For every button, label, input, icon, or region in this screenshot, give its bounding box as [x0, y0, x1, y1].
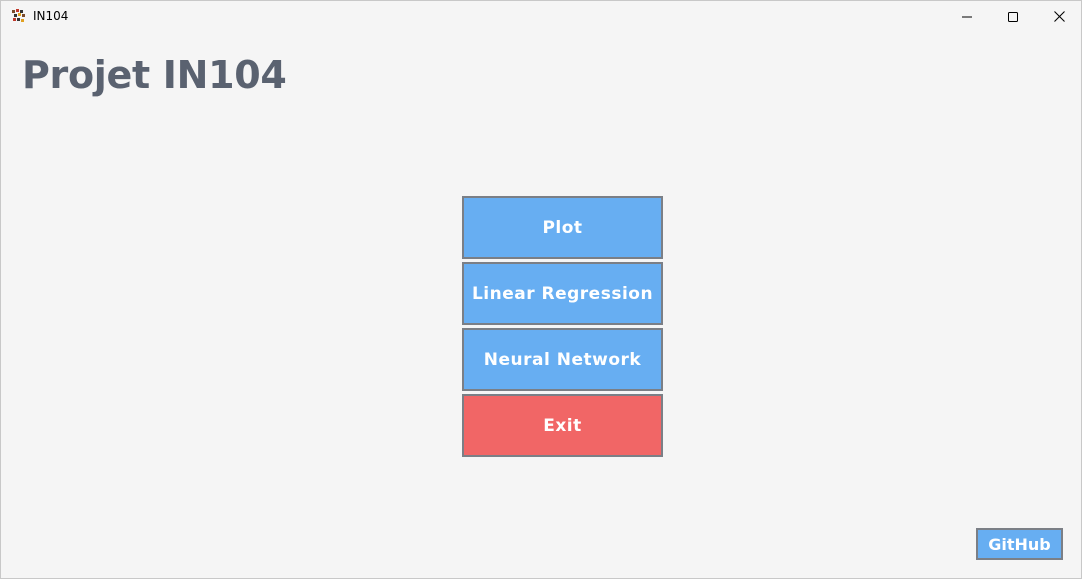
minimize-button[interactable] — [944, 1, 990, 32]
linear-regression-button[interactable]: Linear Regression — [462, 262, 663, 325]
github-button[interactable]: GitHub — [976, 528, 1063, 560]
maximize-button[interactable] — [990, 1, 1036, 32]
linear-regression-button-label: Linear Regression — [471, 283, 654, 304]
app-window: IN104 Projet IN104 Plot Linear Regressio… — [0, 0, 1082, 579]
close-button[interactable] — [1036, 1, 1081, 32]
window-title: IN104 — [33, 9, 69, 23]
neural-network-button-label: Neural Network — [483, 349, 642, 370]
minimize-icon — [962, 12, 972, 22]
page-title: Projet IN104 — [22, 53, 287, 97]
plot-button[interactable]: Plot — [462, 196, 663, 259]
exit-button[interactable]: Exit — [462, 394, 663, 457]
title-bar[interactable]: IN104 — [1, 1, 1081, 32]
maximize-icon — [1008, 11, 1018, 22]
plot-button-label: Plot — [542, 217, 583, 238]
neural-network-button[interactable]: Neural Network — [462, 328, 663, 391]
exit-button-label: Exit — [543, 415, 582, 436]
app-icon — [11, 8, 26, 23]
github-button-label: GitHub — [988, 534, 1051, 554]
close-icon — [1053, 11, 1065, 22]
